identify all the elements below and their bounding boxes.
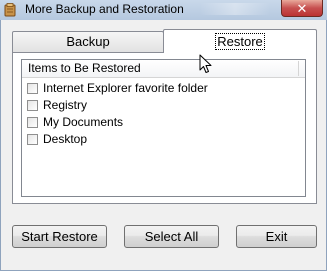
item-checkbox[interactable] bbox=[27, 82, 38, 94]
list-item[interactable]: Internet Explorer favorite folder bbox=[27, 80, 208, 96]
list-item-label: My Documents bbox=[43, 115, 124, 129]
list-item-label: Desktop bbox=[43, 132, 88, 146]
main-window: More Backup and Restoration ✕ Backup Res… bbox=[0, 0, 327, 271]
backup-app-icon bbox=[4, 3, 16, 17]
exit-button[interactable]: Exit bbox=[236, 225, 317, 248]
tab-restore-label: Restore bbox=[215, 33, 265, 50]
window-title: More Backup and Restoration bbox=[25, 2, 184, 16]
list-item[interactable]: Registry bbox=[27, 97, 87, 113]
title-bar[interactable]: More Backup and Restoration ✕ bbox=[0, 0, 327, 20]
restore-tab-panel: Items to Be Restored Internet Explorer f… bbox=[12, 52, 317, 204]
column-divider[interactable] bbox=[298, 61, 299, 76]
tab-backup[interactable]: Backup bbox=[12, 31, 164, 52]
tab-backup-label: Backup bbox=[66, 34, 110, 49]
item-checkbox[interactable] bbox=[27, 116, 38, 128]
restore-items-list[interactable]: Items to Be Restored Internet Explorer f… bbox=[21, 59, 306, 197]
item-checkbox[interactable] bbox=[27, 133, 38, 145]
tab-restore[interactable]: Restore bbox=[163, 29, 317, 53]
list-item-label: Internet Explorer favorite folder bbox=[43, 81, 208, 95]
close-button[interactable]: ✕ bbox=[281, 0, 323, 17]
select-all-button[interactable]: Select All bbox=[124, 225, 219, 248]
close-icon: ✕ bbox=[296, 0, 308, 16]
list-header-label: Items to Be Restored bbox=[28, 61, 141, 75]
list-column-header[interactable]: Items to Be Restored bbox=[22, 60, 305, 78]
list-item-label: Registry bbox=[43, 98, 88, 112]
item-checkbox[interactable] bbox=[27, 99, 38, 111]
title-glare bbox=[200, 3, 270, 15]
start-restore-button[interactable]: Start Restore bbox=[12, 225, 107, 248]
list-item[interactable]: Desktop bbox=[27, 131, 87, 147]
mouse-cursor-icon bbox=[199, 54, 212, 73]
list-item[interactable]: My Documents bbox=[27, 114, 123, 130]
